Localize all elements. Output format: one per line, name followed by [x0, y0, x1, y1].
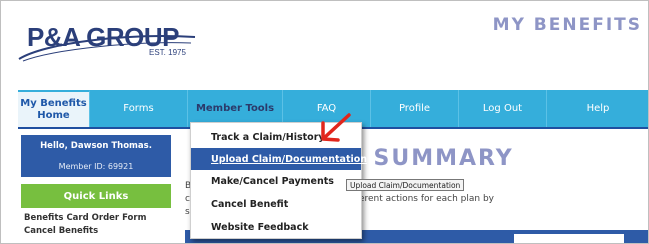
nav-forms[interactable]: Forms — [90, 90, 188, 127]
menu-item-cancel-benefit[interactable]: Cancel Benefit — [191, 193, 361, 215]
quick-links-list: Benefits Card Order Form Cancel Benefits — [24, 212, 174, 238]
nav-help[interactable]: Help — [547, 90, 648, 127]
menu-item-upload-claim[interactable]: Upload Claim/Documentation — [191, 148, 367, 170]
nav-my-benefits-home[interactable]: My Benefits Home — [18, 90, 90, 127]
menu-item-make-cancel-payments[interactable]: Make/Cancel Payments — [191, 170, 361, 192]
quick-link-cancel-benefits[interactable]: Cancel Benefits — [24, 225, 174, 238]
quick-link-benefits-card-order-form[interactable]: Benefits Card Order Form — [24, 212, 174, 225]
member-id: Member ID: 69921 — [58, 162, 134, 171]
pa-group-logo[interactable]: P&A GROUP EST. 1975 — [15, 13, 200, 65]
greeting-text: Hello, Dawson Thomas. — [40, 141, 152, 151]
menu-item-website-feedback[interactable]: Website Feedback — [191, 216, 361, 238]
logo-est: EST. 1975 — [149, 48, 186, 57]
quick-links-header: Quick Links — [21, 184, 171, 208]
nav-profile[interactable]: Profile — [371, 90, 459, 127]
upload-claim-tooltip: Upload Claim/Documentation — [346, 179, 465, 191]
site-title: MY BENEFITS — [492, 15, 642, 35]
plan-table-tab[interactable] — [514, 234, 624, 243]
page-title: S SUMMARY — [346, 146, 514, 171]
page-frame: P&A GROUP EST. 1975 MY BENEFITS My Benef… — [0, 0, 649, 244]
nav-log-out[interactable]: Log Out — [459, 90, 547, 127]
red-arrow-icon — [321, 113, 351, 142]
greeting-panel: Hello, Dawson Thomas. Member ID: 69921 — [21, 135, 171, 177]
